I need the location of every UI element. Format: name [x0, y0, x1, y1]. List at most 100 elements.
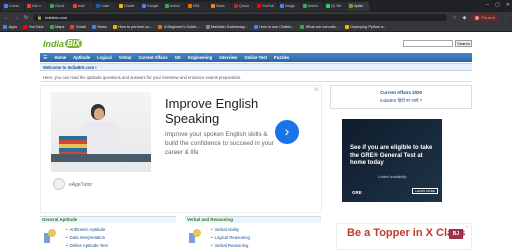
topic-link-label: Online Aptitude Test [69, 243, 108, 248]
nav-link-online-test[interactable]: Online Test [244, 55, 267, 60]
search-input[interactable] [403, 40, 453, 47]
bookmark-favicon-icon [158, 25, 163, 29]
browser-tab[interactable]: androi [163, 1, 185, 11]
browser-tab[interactable]: Cloud [48, 1, 70, 11]
back-icon[interactable]: ← [3, 15, 9, 21]
extension-icon[interactable]: ◆ [461, 15, 467, 21]
menu-hamburger-icon[interactable]: ☰ [43, 55, 47, 61]
bookmark-item[interactable]: Maps [49, 25, 65, 29]
gre-ad[interactable]: See if you are eligible to take the GRE®… [342, 119, 442, 202]
browser-tab[interactable]: Gradie [117, 1, 139, 11]
browser-tab[interactable]: (3) Wh [324, 1, 346, 11]
section-heading[interactable]: Verbal and Reasoning [185, 216, 321, 223]
bookmark-item[interactable]: Gmail [70, 25, 86, 29]
english-speaking-ad[interactable]: ▷ eAgeTutor Improve English Speaking Imp… [40, 85, 322, 213]
browser-tab[interactable]: Google [140, 1, 162, 11]
site-logo[interactable]: India BIX [43, 38, 83, 49]
bookmark-label: How to use Clothin... [259, 25, 295, 29]
nav-link-puzzles[interactable]: Puzzles [274, 55, 289, 60]
topper-ad[interactable]: Be a Topper in X Class BJ [336, 223, 472, 250]
logo-bix: BIX [65, 39, 83, 48]
address-bar[interactable]: 🔒 indiabix.com [33, 14, 448, 21]
bookmark-item[interactable]: Apps [3, 25, 17, 29]
topic-link[interactable]: • Data Interpretation [66, 234, 176, 242]
browser-tab[interactable]: DB1 [186, 1, 208, 11]
maximize-icon[interactable]: ▢ [495, 2, 500, 8]
topic-link[interactable]: • Verbal Reasoning [211, 242, 321, 250]
browser-tab[interactable]: Stack [209, 1, 231, 11]
topper-ad-text: Be a Topper in X Class [347, 227, 466, 239]
nav-link-aptitude[interactable]: Aptitude [73, 55, 90, 60]
browser-tab[interactable]: YouTub [255, 1, 277, 11]
bookmark-item[interactable]: News [91, 25, 107, 29]
reload-icon[interactable]: ↻ [23, 15, 29, 21]
bookmark-item[interactable]: Deploying Python a... [344, 25, 386, 29]
forward-icon[interactable]: → [13, 15, 19, 21]
browser-tab[interactable]: Aptitu [347, 1, 369, 11]
bookmark-item[interactable]: YouTube [23, 25, 44, 29]
adchoices-icon[interactable]: ▷ [314, 87, 319, 91]
current-affairs-link[interactable]: Current Affairs 2020 [331, 90, 471, 95]
nav-link-home[interactable]: Home [54, 55, 66, 60]
bullet-icon: • [66, 227, 68, 232]
nav-link-gk[interactable]: GK [175, 55, 181, 60]
bookmark-item[interactable]: How to use Clothin... [253, 25, 295, 29]
bookmark-favicon-icon [112, 25, 117, 29]
nav-link-current-affairs[interactable]: Current Affairs [138, 55, 167, 60]
aptitude-icon [44, 229, 58, 247]
bookmark-item[interactable]: How to perform so... [112, 25, 152, 29]
browser-tab[interactable]: mail [71, 1, 93, 11]
tab-favicon-icon [211, 4, 215, 8]
topic-link[interactable]: • Online Aptitude Test [66, 242, 176, 250]
browser-tab[interactable]: Linke [94, 1, 116, 11]
browser-tab[interactable]: Comm [2, 1, 24, 11]
ad-arrow-button[interactable]: › [275, 120, 299, 144]
bookmark-item[interactable]: A Beginner's Guide... [158, 25, 200, 29]
tab-label: YouTub [262, 4, 274, 8]
star-icon[interactable]: ☆ [451, 15, 457, 21]
browser-tab[interactable]: hire n [25, 1, 47, 11]
bookmark-label: News [97, 25, 107, 29]
tab-label: Comm [9, 4, 20, 8]
url-text: indiabix.com [44, 15, 68, 20]
nav-link-engineering[interactable]: Engineering [188, 55, 212, 60]
window-controls: – ▢ ✕ [486, 2, 510, 8]
bookmark-favicon-icon [344, 25, 349, 29]
profile-paused-button[interactable]: Paused [471, 14, 499, 21]
browser-tab[interactable]: Image [278, 1, 300, 11]
bookmark-label: Gmail [75, 25, 86, 29]
topic-link-label: Verbal Ability [214, 227, 240, 232]
adchoices-icon[interactable] [465, 225, 469, 228]
browser-tab[interactable]: Androi [301, 1, 323, 11]
topic-link[interactable]: • Logical Reasoning [211, 234, 321, 242]
nav-link-verbal[interactable]: Verbal [119, 55, 132, 60]
tab-favicon-icon [280, 4, 284, 8]
nav-link-interview[interactable]: Interview [219, 55, 237, 60]
topic-link[interactable]: • Verbal Ability [211, 226, 321, 234]
topic-sections: General Aptitude • Arithmetic Aptitude • Da… [40, 216, 322, 250]
bookmark-favicon-icon [300, 25, 305, 29]
search-form: Search [403, 40, 472, 47]
bookmark-label: YouTube [28, 25, 44, 29]
tab-favicon-icon [50, 4, 54, 8]
menu-icon[interactable]: ⋮ [503, 15, 509, 21]
nav-link-logical[interactable]: Logical [97, 55, 112, 60]
browser-toolbar: ← → ↻ 🔒 indiabix.com ☆ ◆ Paused ⋮ [0, 12, 512, 23]
bookmark-label: Apps [8, 25, 18, 29]
section-heading[interactable]: General Aptitude [40, 216, 176, 223]
close-icon[interactable]: ✕ [506, 2, 510, 8]
page-container: India BIX Search ☰ Home Aptitude Logical Ve… [40, 32, 472, 250]
bookmark-item[interactable]: What are coroutin... [300, 25, 339, 29]
minimize-icon[interactable]: – [486, 2, 489, 8]
browser-tab[interactable]: Quora [232, 1, 254, 11]
tab-label: mail [78, 4, 85, 8]
bookmark-label: Maps [55, 25, 65, 29]
bullet-icon: • [211, 235, 213, 240]
bookmark-item[interactable]: Mahidah Gaichenay... [205, 25, 248, 29]
search-button[interactable]: Search [455, 40, 472, 47]
tab-label: androi [170, 4, 180, 8]
gre-learn-more-button[interactable]: LEARN MORE [412, 188, 438, 194]
topic-link[interactable]: • Arithmetic Aptitude [66, 226, 176, 234]
tab-favicon-icon [303, 4, 307, 8]
hindi-link[interactable]: IndiaBIX हिंदी पर जायें ? [331, 98, 471, 104]
